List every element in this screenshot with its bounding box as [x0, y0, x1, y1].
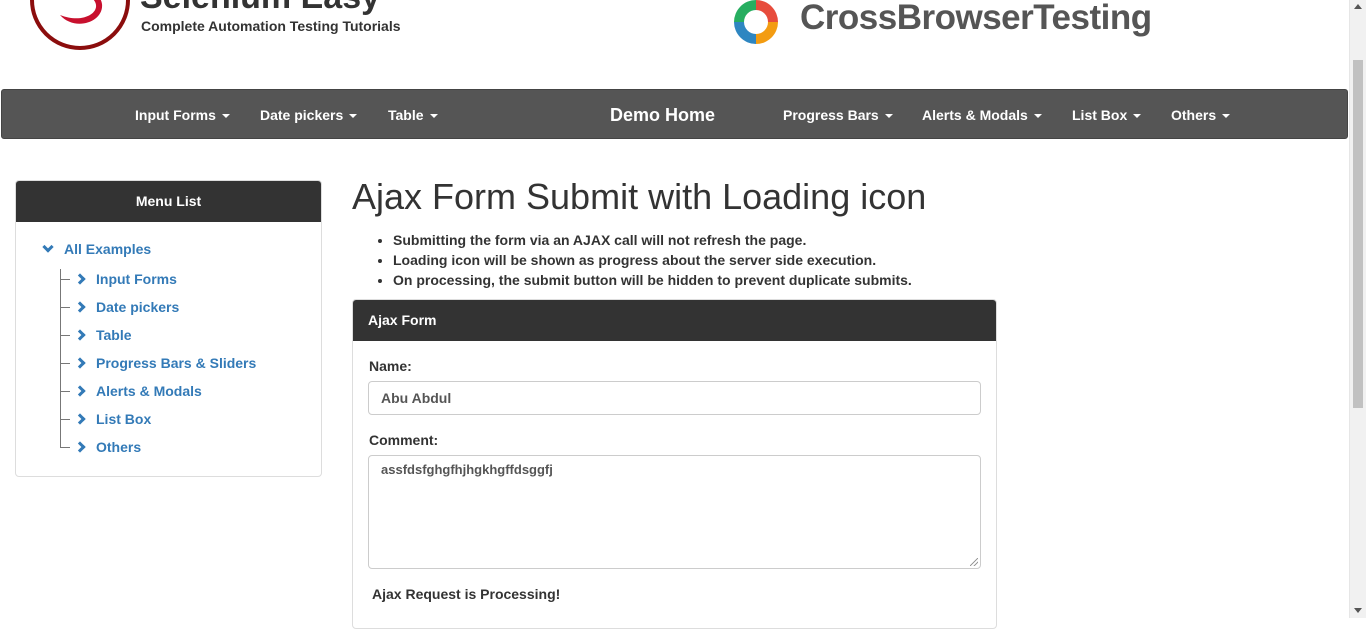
brand-subtitle: Complete Automation Testing Tutorials	[141, 18, 401, 34]
chevron-right-icon	[74, 439, 86, 454]
sidebar-item-label: Input Forms	[96, 271, 177, 287]
nav-alerts-modals[interactable]: Alerts & Modals	[922, 90, 1042, 140]
scroll-down-arrow-icon[interactable]	[1354, 608, 1362, 613]
chevron-right-icon	[74, 383, 86, 398]
nav-label: Input Forms	[135, 107, 216, 123]
chevron-right-icon	[74, 327, 86, 342]
chevron-right-icon	[74, 299, 86, 314]
bullet-item: Loading icon will be shown as progress a…	[393, 250, 912, 270]
caret-down-icon	[1222, 114, 1231, 119]
comment-textarea[interactable]: assfdsfghgfhjhgkhgffdsggfj	[368, 455, 981, 569]
sidebar-item-label: Date pickers	[96, 299, 180, 315]
sidebar-title: Menu List	[16, 181, 321, 222]
nav-others[interactable]: Others	[1171, 90, 1231, 140]
sidebar-root-all-examples[interactable]: All Examples	[42, 241, 152, 257]
feature-bullet-list: Submitting the form via an AJAX call wil…	[373, 230, 912, 290]
scrollbar-thumb[interactable]	[1353, 60, 1363, 408]
sidebar-menu-panel: Menu List All Examples Input Forms Date …	[15, 180, 322, 477]
chevron-down-icon	[42, 241, 54, 253]
sidebar-item-label: Table	[96, 327, 132, 343]
chevron-right-icon	[74, 355, 86, 370]
tree-branch-line	[60, 447, 70, 448]
tree-branch-line	[60, 419, 70, 420]
tree-branch-line	[60, 391, 70, 392]
nav-label: Alerts & Modals	[922, 107, 1028, 123]
ajax-form-panel: Ajax Form Name: Abu Abdul Comment: assfd…	[352, 299, 997, 629]
form-title: Ajax Form	[353, 300, 996, 341]
comment-label: Comment:	[369, 432, 439, 448]
sidebar-item-label: Progress Bars & Sliders	[96, 355, 257, 371]
caret-down-icon	[221, 114, 230, 119]
chevron-right-icon	[74, 411, 86, 426]
caret-down-icon	[349, 114, 358, 119]
nav-demo-home[interactable]: Demo Home	[610, 90, 715, 140]
crossbrowsertesting-logo-icon	[734, 0, 778, 44]
nav-label: Table	[388, 107, 424, 123]
caret-down-icon	[1133, 114, 1142, 119]
tree-branch-line	[60, 335, 70, 336]
caret-down-icon	[1033, 114, 1042, 119]
nav-label: Others	[1171, 107, 1217, 123]
bullet-item: On processing, the submit button will be…	[393, 270, 912, 290]
sidebar-item-label: List Box	[96, 411, 152, 427]
sidebar-item-label: Others	[96, 439, 142, 455]
nav-progress-bars[interactable]: Progress Bars	[783, 90, 893, 140]
nav-table[interactable]: Table	[388, 90, 438, 140]
caret-down-icon	[429, 114, 438, 119]
name-label: Name:	[369, 358, 412, 374]
brand-title: Selenium Easy	[140, 0, 380, 17]
sidebar-root-label: All Examples	[64, 241, 152, 257]
tree-branch-line	[60, 279, 70, 280]
selenium-easy-logo	[30, 0, 130, 50]
partner-name: CrossBrowserTesting	[800, 0, 1152, 37]
tree-branch-line	[60, 307, 70, 308]
sidebar-item-label: Alerts & Modals	[96, 383, 202, 399]
nav-label: Date pickers	[260, 107, 344, 123]
comment-text: assfdsfghgfhjhgkhgffdsggfj	[381, 462, 553, 477]
main-navbar: Input Forms Date pickers Table Demo Home…	[1, 89, 1348, 139]
bullet-item: Submitting the form via an AJAX call wil…	[393, 230, 912, 250]
name-input[interactable]: Abu Abdul	[368, 381, 981, 415]
nav-input-forms[interactable]: Input Forms	[135, 90, 230, 140]
chevron-right-icon	[74, 271, 86, 286]
caret-down-icon	[884, 114, 893, 119]
nav-label: List Box	[1072, 107, 1128, 123]
ajax-status-message: Ajax Request is Processing!	[372, 586, 561, 602]
page-scrollbar[interactable]	[1349, 0, 1366, 618]
nav-label: Progress Bars	[783, 107, 879, 123]
tree-connector-line	[60, 269, 61, 447]
tree-branch-line	[60, 363, 70, 364]
nav-date-pickers[interactable]: Date pickers	[260, 90, 358, 140]
page-title: Ajax Form Submit with Loading icon	[352, 176, 927, 217]
nav-list-box[interactable]: List Box	[1072, 90, 1142, 140]
resize-grip-icon[interactable]	[970, 558, 978, 566]
scroll-up-arrow-icon[interactable]	[1354, 4, 1362, 9]
